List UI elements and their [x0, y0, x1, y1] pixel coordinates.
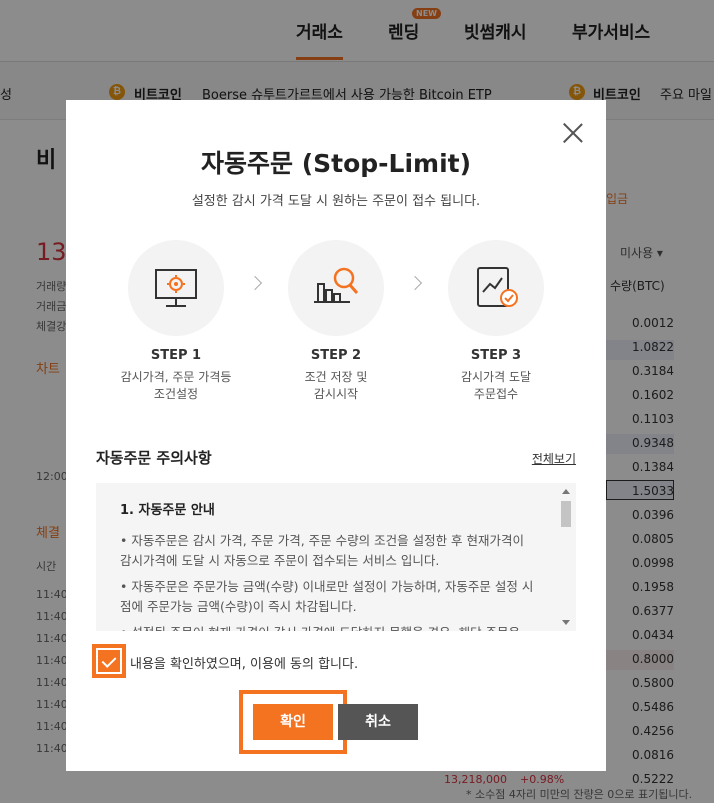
agree-row: 내용을 확인하였으며, 이용에 동의 합니다. — [92, 644, 576, 678]
step-desc: 조건설정 — [153, 387, 199, 401]
notice-paragraph: • 설정된 주문이 현재 가격이 감시 가격에 도달하지 못했을 경우, 해당 … — [120, 623, 536, 631]
scroll-up-icon[interactable] — [562, 489, 570, 494]
step-desc: 감시가격 도달 — [460, 370, 532, 384]
scroll-down-icon[interactable] — [562, 620, 570, 625]
notice-title: 자동주문 주의사항 — [96, 449, 212, 467]
notice-heading: 1. 자동주문 안내 — [120, 503, 215, 518]
step-desc: 조건 저장 및 — [304, 370, 368, 384]
modal-subtitle: 설정한 감시 가격 도달 시 원하는 주문이 접수 됩니다. — [191, 194, 481, 209]
step-1: STEP 1 감시가격, 주문 가격등 조건설정 — [111, 240, 241, 403]
step-desc: 감시시작 — [313, 387, 359, 401]
close-icon[interactable] — [562, 122, 584, 144]
notice-content: 1. 자동주문 안내 • 자동주문은 감시 가격, 주문 가격, 주문 수량의 … — [96, 483, 576, 631]
step-label: STEP 2 — [310, 348, 362, 363]
stop-limit-modal: 자동주문 (Stop-Limit) 설정한 감시 가격 도달 시 원하는 주문이… — [66, 100, 606, 771]
notice-scroll-box[interactable]: 1. 자동주문 안내 • 자동주문은 감시 가격, 주문 가격, 주문 수량의 … — [96, 483, 576, 631]
chart-magnifier-icon — [288, 240, 384, 336]
modal-title: 자동주문 (Stop-Limit) — [200, 149, 472, 178]
cancel-button[interactable]: 취소 — [338, 704, 418, 740]
step-label: STEP 3 — [470, 348, 522, 363]
agree-label[interactable]: 내용을 확인하였으며, 이용에 동의 합니다. — [130, 653, 358, 672]
step-desc: 주문접수 — [473, 387, 519, 401]
notice-scrollbar[interactable] — [560, 483, 572, 631]
scroll-thumb[interactable] — [561, 501, 571, 527]
step-label: STEP 1 — [150, 348, 202, 363]
view-all-link[interactable]: 전체보기 — [532, 450, 576, 467]
confirm-button[interactable]: 확인 — [239, 690, 347, 754]
chart-check-icon — [448, 240, 544, 336]
notice-paragraph: • 자동주문은 주문가능 금액(수량) 이내로만 설정이 가능하며, 자동주문 … — [120, 579, 534, 614]
agree-checkbox[interactable] — [92, 644, 126, 678]
step-desc: 감시가격, 주문 가격등 — [120, 370, 232, 384]
chevron-right-icon — [247, 275, 263, 291]
notice-paragraph: • 자동주문은 감시 가격, 주문 가격, 주문 수량의 조건을 설정한 후 현… — [120, 533, 525, 568]
step-2: STEP 2 조건 저장 및 감시시작 — [271, 240, 401, 403]
monitor-gear-icon — [128, 240, 224, 336]
chevron-right-icon — [407, 275, 423, 291]
step-3: STEP 3 감시가격 도달 주문접수 — [431, 240, 561, 403]
